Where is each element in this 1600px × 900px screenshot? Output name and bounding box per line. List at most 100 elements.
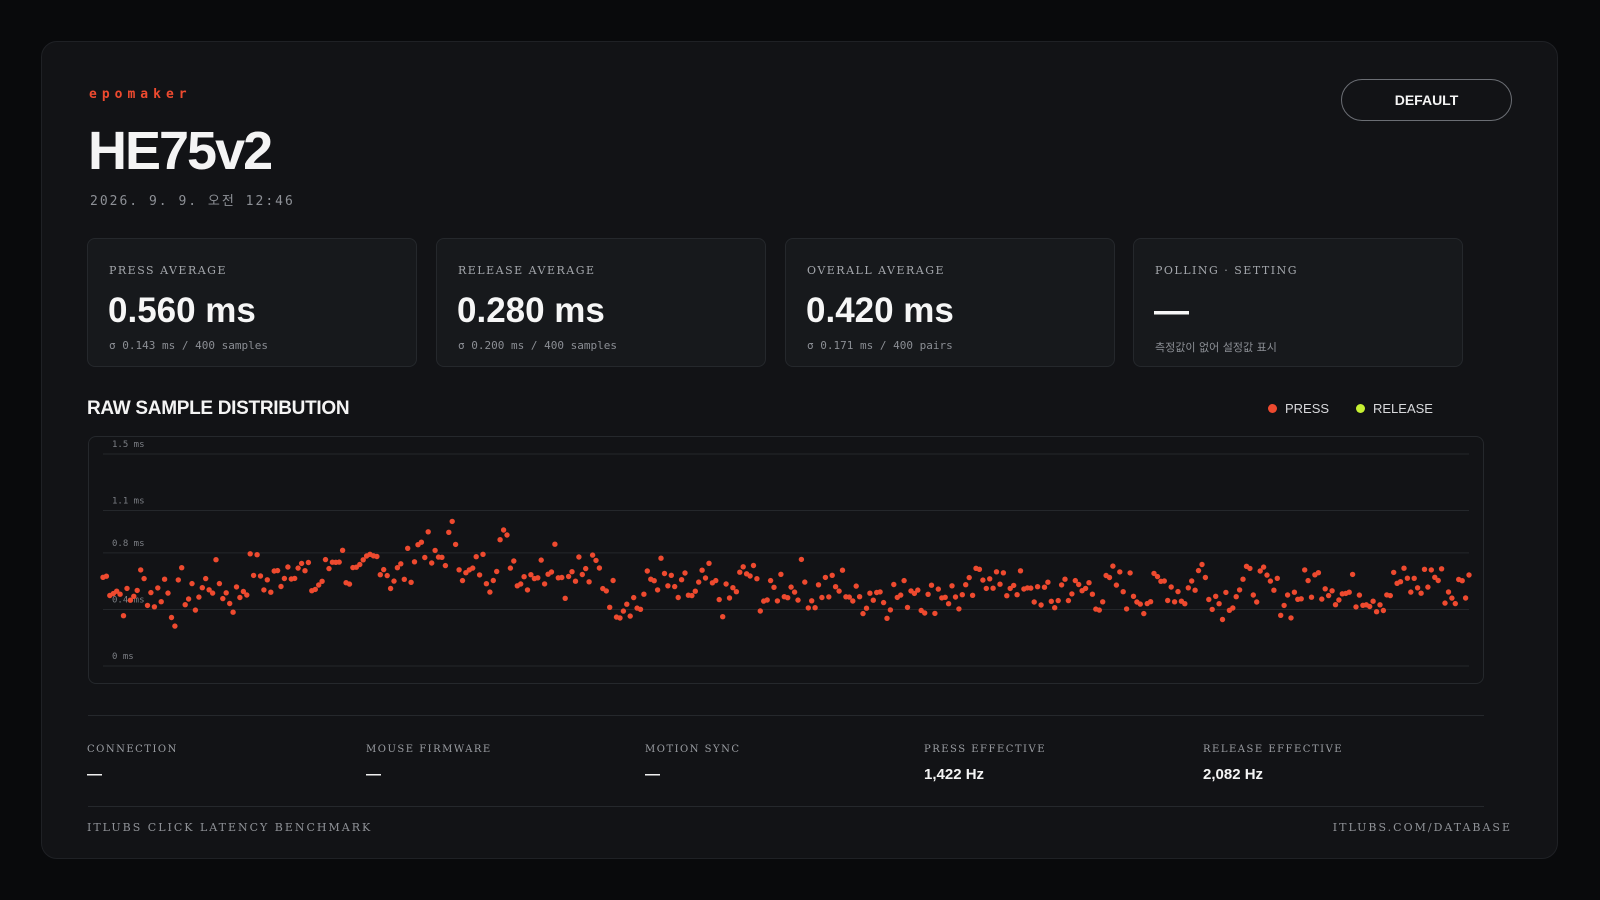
press-sample-point	[990, 585, 996, 591]
press-sample-point	[610, 577, 616, 584]
press-sample-point	[432, 547, 438, 554]
press-sample-point	[452, 541, 459, 548]
press-sample-point	[172, 623, 178, 629]
press-sample-point	[1034, 584, 1041, 590]
press-sample-point	[1216, 601, 1222, 607]
press-sample-point	[1223, 589, 1229, 596]
press-sample-point	[764, 597, 770, 603]
press-sample-point	[692, 588, 698, 594]
press-sample-point	[798, 556, 805, 563]
press-sample-point	[1106, 574, 1113, 581]
press-sample-point	[346, 581, 353, 587]
press-sample-point	[261, 587, 267, 593]
meta-motion-sync: MOTION SYNC —	[645, 744, 905, 783]
press-sample-point	[624, 601, 630, 607]
press-sample-point	[1418, 590, 1424, 596]
press-sample-point	[1100, 599, 1106, 605]
press-sample-point	[1117, 569, 1123, 575]
press-sample-point	[1230, 605, 1236, 611]
press-sample-point	[1373, 609, 1380, 615]
press-sample-point	[1127, 570, 1133, 576]
press-sample-point	[952, 594, 959, 600]
press-sample-point	[583, 565, 589, 572]
press-sample-point	[562, 595, 568, 601]
press-sample-point	[185, 596, 192, 602]
overall-average-card: OVERALL AVERAGE 0.420 ms σ 0.171 ms / 40…	[785, 238, 1115, 367]
press-sample-point	[1260, 564, 1267, 570]
press-sample-point	[767, 577, 774, 584]
press-sample-point	[336, 559, 342, 565]
press-sample-point	[148, 589, 154, 596]
press-sample-point	[1175, 588, 1181, 595]
press-sample-point	[1346, 589, 1352, 595]
press-sample-point	[880, 599, 887, 606]
press-sample-point	[956, 606, 962, 612]
stat-label: PRESS AVERAGE	[109, 264, 228, 277]
press-sample-point	[1082, 585, 1089, 592]
press-sample-point	[1123, 606, 1130, 612]
stat-subtext: σ 0.200 ms / 400 samples	[458, 339, 617, 352]
meta-label: CONNECTION	[87, 744, 178, 755]
press-sample-point	[706, 560, 712, 566]
press-sample-point	[1356, 592, 1363, 598]
press-sample-point	[1028, 585, 1034, 591]
press-sample-point	[1466, 572, 1472, 578]
press-sample-point	[887, 607, 894, 613]
press-sample-point	[589, 552, 596, 558]
press-sample-point	[155, 585, 161, 591]
press-sample-point	[1000, 570, 1007, 576]
press-sample-point	[473, 554, 479, 560]
press-sample-point	[884, 615, 890, 621]
press-sample-point	[1305, 577, 1311, 584]
press-sample-point	[1370, 598, 1376, 604]
press-sample-point	[216, 580, 223, 587]
press-sample-point	[1421, 566, 1428, 572]
press-sample-point	[1110, 563, 1116, 569]
press-sample-point	[281, 575, 288, 582]
press-sample-point	[569, 569, 575, 575]
press-sample-point	[285, 564, 291, 570]
press-sample-point	[579, 571, 585, 578]
press-sample-point	[832, 584, 839, 590]
press-sample-point	[795, 597, 801, 603]
press-sample-point	[1213, 593, 1219, 599]
press-sample-point	[459, 577, 466, 584]
press-sample-point	[836, 588, 842, 594]
press-sample-point	[935, 586, 941, 592]
press-sample-point	[1377, 602, 1383, 608]
meta-value: 2,082 Hz	[1203, 766, 1264, 783]
press-sample-point	[548, 569, 555, 575]
y-tick-label: 1.5 ms	[112, 440, 145, 450]
press-sample-point	[538, 557, 544, 563]
press-sample-point	[1113, 582, 1120, 588]
press-sample-point	[552, 541, 558, 547]
press-sample-point	[942, 594, 948, 600]
press-sample-point	[1202, 574, 1209, 581]
press-sample-point	[398, 561, 404, 567]
press-sample-point	[733, 589, 740, 595]
press-sample-point	[1182, 601, 1188, 607]
stat-subtext: σ 0.143 ms / 400 samples	[109, 339, 268, 352]
press-sample-point	[237, 594, 243, 601]
press-sample-point	[856, 594, 863, 600]
stat-label: POLLING · SETTING	[1155, 264, 1298, 277]
meta-release-effective: RELEASE EFFECTIVE 2,082 Hz	[1203, 744, 1463, 783]
press-sample-point	[1336, 597, 1342, 603]
press-sample-point	[603, 588, 609, 594]
press-sample-point	[658, 555, 664, 561]
press-sample-point	[264, 577, 270, 583]
press-sample-point	[915, 587, 921, 593]
press-sample-point	[1014, 592, 1020, 598]
press-sample-point	[1058, 582, 1065, 588]
default-button[interactable]: DEFAULT	[1341, 79, 1512, 121]
press-sample-point	[925, 591, 931, 597]
press-sample-point	[747, 573, 753, 579]
press-sample-point	[439, 554, 445, 560]
footer-link[interactable]: ITLUBS.COM/DATABASE	[1333, 821, 1512, 834]
y-tick-label: 0.8 ms	[112, 539, 145, 549]
press-sample-point	[1199, 561, 1205, 568]
legend-label: RELEASE	[1373, 400, 1433, 416]
press-sample-point	[949, 583, 955, 589]
press-sample-point	[1236, 587, 1243, 593]
press-sample-point	[839, 567, 846, 573]
